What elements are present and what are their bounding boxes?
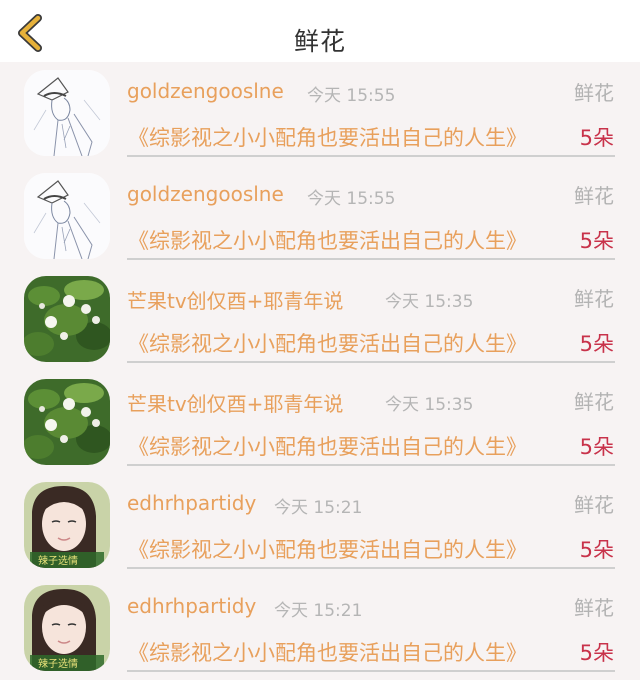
gift-count: 5朵 <box>579 126 614 150</box>
timestamp: 今天 15:55 <box>307 189 396 209</box>
book-title[interactable]: 《综影视之小小配角也要活出自己的人生》 <box>128 328 527 358</box>
user-avatar[interactable] <box>24 70 110 156</box>
username[interactable]: 芒果tv创仅酉+耶青年说 <box>127 285 343 314</box>
divider <box>127 567 615 569</box>
svg-text:辣子选情: 辣子选情 <box>38 657 78 670</box>
sketch-avatar-image <box>24 173 110 259</box>
sketch-avatar-image <box>24 70 110 156</box>
book-title[interactable]: 《综影视之小小配角也要活出自己的人生》 <box>128 431 527 461</box>
user-avatar[interactable] <box>24 276 110 362</box>
gift-count: 5朵 <box>579 641 614 665</box>
list-item[interactable]: 芒果tv创仅酉+耶青年说 今天 15:35 鲜花 《综影视之小小配角也要活出自己… <box>0 268 640 371</box>
gift-type: 鲜花 <box>574 493 614 517</box>
top-bar: 鲜花 <box>0 0 640 62</box>
list-item[interactable]: goldzengooslne 今天 15:55 鲜花 《综影视之小小配角也要活出… <box>0 165 640 268</box>
gift-type: 鲜花 <box>574 390 614 414</box>
flower-record-list: goldzengooslne 今天 15:55 鲜花 《综影视之小小配角也要活出… <box>0 62 640 680</box>
gift-count: 5朵 <box>579 435 614 459</box>
page-title: 鲜花 <box>293 27 346 56</box>
user-avatar[interactable]: 辣子选情 <box>24 585 110 671</box>
girl-avatar-image: 辣子选情 <box>24 482 110 568</box>
gift-count: 5朵 <box>579 332 614 356</box>
gift-type: 鲜花 <box>574 81 614 105</box>
timestamp: 今天 15:35 <box>385 395 474 415</box>
timestamp: 今天 15:35 <box>385 292 474 312</box>
gift-count: 5朵 <box>579 538 614 562</box>
username[interactable]: edhrhpartidy <box>127 491 256 515</box>
user-avatar[interactable] <box>24 173 110 259</box>
divider <box>127 258 615 260</box>
gift-count: 5朵 <box>579 229 614 253</box>
timestamp: 今天 15:55 <box>307 86 396 106</box>
book-title[interactable]: 《综影视之小小配角也要活出自己的人生》 <box>128 534 527 564</box>
username[interactable]: goldzengooslne <box>127 79 284 103</box>
flower-avatar-image <box>24 276 110 362</box>
book-title[interactable]: 《综影视之小小配角也要活出自己的人生》 <box>128 637 527 667</box>
timestamp: 今天 15:21 <box>274 601 363 621</box>
gift-type: 鲜花 <box>574 596 614 620</box>
user-avatar[interactable] <box>24 379 110 465</box>
divider <box>127 464 615 466</box>
list-item[interactable]: 辣子选情 edhrhpartidy 今天 15:21 鲜花 《综影视之小小配角也… <box>0 474 640 577</box>
username[interactable]: goldzengooslne <box>127 182 284 206</box>
girl-avatar-image: 辣子选情 <box>24 585 110 671</box>
user-avatar[interactable]: 辣子选情 <box>24 482 110 568</box>
timestamp: 今天 15:21 <box>274 498 363 518</box>
divider <box>127 361 615 363</box>
book-title[interactable]: 《综影视之小小配角也要活出自己的人生》 <box>128 122 527 152</box>
list-item[interactable]: 芒果tv创仅酉+耶青年说 今天 15:35 鲜花 《综影视之小小配角也要活出自己… <box>0 371 640 474</box>
svg-text:辣子选情: 辣子选情 <box>38 554 78 567</box>
book-title[interactable]: 《综影视之小小配角也要活出自己的人生》 <box>128 225 527 255</box>
list-item[interactable]: 辣子选情 edhrhpartidy 今天 15:21 鲜花 《综影视之小小配角也… <box>0 577 640 680</box>
divider <box>127 670 615 672</box>
list-item[interactable]: goldzengooslne 今天 15:55 鲜花 《综影视之小小配角也要活出… <box>0 62 640 165</box>
username[interactable]: 芒果tv创仅酉+耶青年说 <box>127 388 343 417</box>
username[interactable]: edhrhpartidy <box>127 594 256 618</box>
gift-type: 鲜花 <box>574 287 614 311</box>
flower-avatar-image <box>24 379 110 465</box>
divider <box>127 155 615 157</box>
gift-type: 鲜花 <box>574 184 614 208</box>
